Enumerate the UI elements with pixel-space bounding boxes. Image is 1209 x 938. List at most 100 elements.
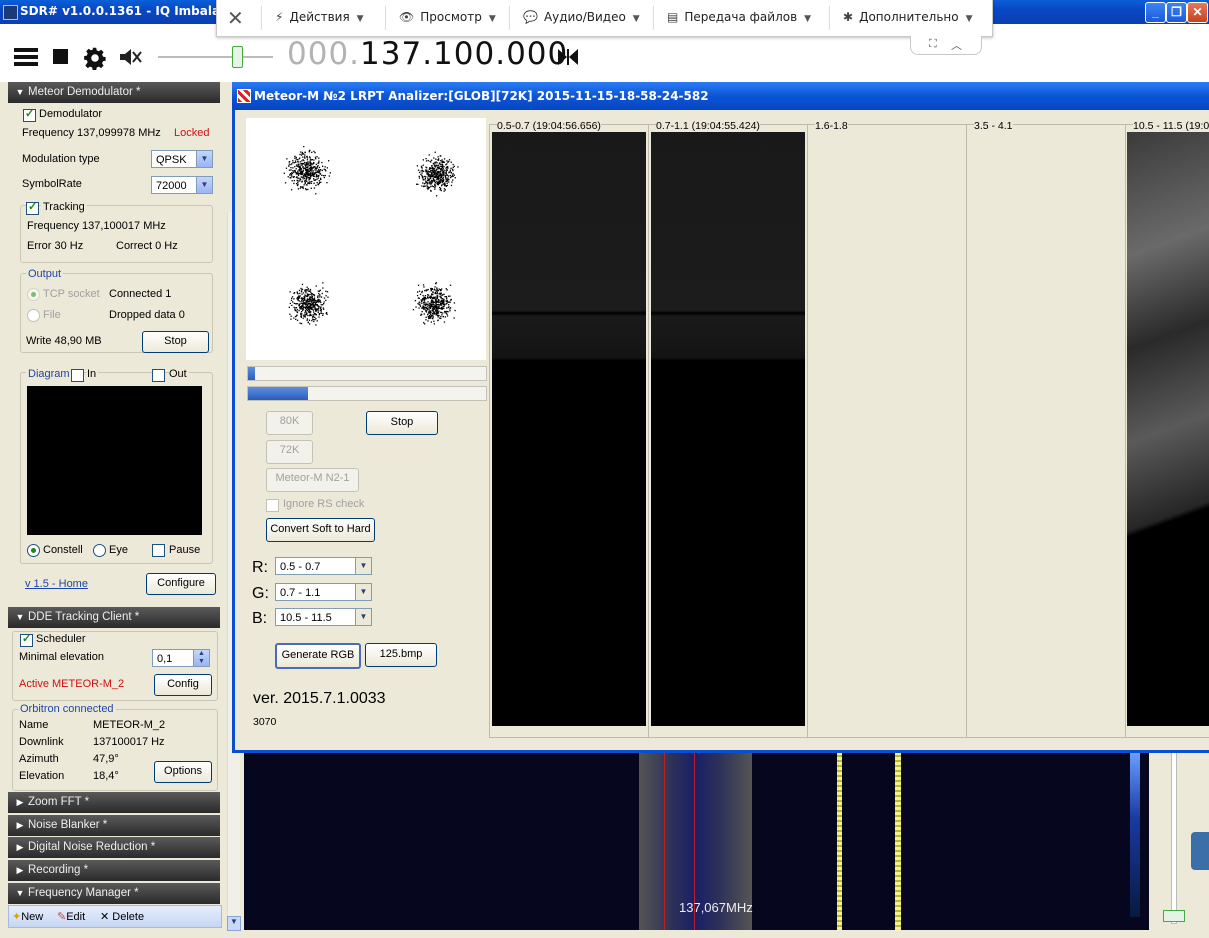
save-bmp-button[interactable]: 125.bmp <box>365 643 437 667</box>
recording-header[interactable]: ▶ Recording * <box>8 860 220 881</box>
constellation-point <box>320 304 322 306</box>
constellation-point <box>437 312 439 314</box>
constellation-point <box>434 305 436 307</box>
constellation-point <box>427 303 429 305</box>
mute-speaker-icon[interactable] <box>118 46 142 74</box>
constellation-point <box>447 295 450 297</box>
convert-soft-to-hard-button[interactable]: Convert Soft to Hard <box>266 518 375 542</box>
contrast-slider-thumb[interactable] <box>1163 910 1185 922</box>
close-button[interactable]: ✕ <box>1187 2 1208 23</box>
constellation-point <box>416 294 419 297</box>
constellation-point <box>320 312 323 314</box>
constellation-point <box>326 312 328 314</box>
frequency-display[interactable]: 000.137.100.000 <box>287 36 568 72</box>
constellation-point <box>305 178 308 180</box>
frequency-manager-header[interactable]: ▼ Frequency Manager * <box>8 883 220 904</box>
r-channel-select[interactable]: 0.5 - 0.7 ▼ <box>275 557 372 575</box>
minimize-button[interactable]: _ <box>1145 2 1166 23</box>
constellation-point <box>313 294 315 296</box>
zoom-fft-title: Zoom FFT * <box>28 796 90 808</box>
constellation-point <box>297 163 299 165</box>
meteor-demodulator-header[interactable]: ▼ Meteor Demodulator * <box>8 82 220 103</box>
options-button[interactable]: Options <box>154 761 212 783</box>
ignore-rs-checkbox[interactable] <box>266 499 279 512</box>
constellation-point <box>446 315 449 317</box>
constellation-point <box>417 284 420 286</box>
remote-menu-tab[interactable]: ⛶ ︿ <box>910 36 982 55</box>
b-channel-select[interactable]: 10.5 - 11.5 ▼ <box>275 608 372 626</box>
constellation-point <box>304 290 306 292</box>
zoom-fft-header[interactable]: ▶ Zoom FFT * <box>8 792 220 813</box>
generate-rgb-button[interactable]: Generate RGB <box>275 643 361 669</box>
configure-button[interactable]: Configure <box>146 573 216 595</box>
tcp-socket-radio[interactable] <box>27 288 40 301</box>
meteor-m-n2-1-button[interactable]: Meteor-M N2-1 <box>266 468 359 492</box>
menu-extras[interactable]: ✱ Дополнительно ▼ <box>843 10 973 24</box>
constellation-point <box>298 172 300 175</box>
new-button[interactable]: ✦New <box>12 910 43 923</box>
menu-file-transfer[interactable]: ▤ Передача файлов ▼ <box>667 10 811 24</box>
g-channel-select[interactable]: 0.7 - 1.1 ▼ <box>275 583 372 601</box>
tracking-checkbox[interactable] <box>26 200 39 215</box>
demodulator-checkbox[interactable] <box>23 107 36 122</box>
menu-icon[interactable] <box>14 46 38 74</box>
analyzer-stop-button[interactable]: Stop <box>366 411 438 435</box>
constellation-point <box>433 320 435 322</box>
dde-tracking-header[interactable]: ▼ DDE Tracking Client * <box>8 607 220 628</box>
volume-slider-track[interactable] <box>158 56 273 58</box>
constellation-point <box>294 169 296 172</box>
constellation-point <box>447 175 450 177</box>
eye-radio[interactable] <box>93 544 106 557</box>
delete-button[interactable]: ✕ Delete <box>100 910 144 923</box>
constellation-point <box>445 176 447 178</box>
constellation-point <box>300 302 302 304</box>
volume-slider-thumb[interactable] <box>232 46 243 68</box>
file-radio[interactable] <box>27 309 40 322</box>
constellation-point <box>433 167 435 169</box>
noise-blanker-header[interactable]: ▶ Noise Blanker * <box>8 815 220 836</box>
modulation-type-select[interactable]: QPSK ▼ <box>151 150 213 168</box>
diagram-in-checkbox[interactable] <box>71 369 84 382</box>
constellation-point <box>309 296 311 298</box>
constellation-point <box>441 288 443 290</box>
close-remote-icon[interactable]: ✕ <box>227 6 244 31</box>
scroll-down-icon[interactable]: ▼ <box>227 916 241 931</box>
pause-checkbox[interactable] <box>152 544 165 557</box>
mode-72k-button[interactable]: 72K <box>266 440 313 464</box>
output-stop-button[interactable]: Stop <box>142 331 209 353</box>
constellation-point <box>437 314 439 317</box>
symbolrate-select[interactable]: 72000 ▼ <box>151 176 213 194</box>
constellation-point <box>317 183 319 185</box>
digital-noise-reduction-header[interactable]: ▶ Digital Noise Reduction * <box>8 837 220 858</box>
menu-audio-video[interactable]: 💬 Аудио/Видео ▼ <box>523 10 640 24</box>
constellation-point <box>307 173 309 175</box>
constellation-point <box>294 155 296 157</box>
gear-icon[interactable] <box>83 46 107 76</box>
collapse-icon[interactable]: ︿ <box>951 37 962 53</box>
constellation-point <box>311 303 313 305</box>
constellation-point <box>303 159 305 162</box>
menu-actions[interactable]: ⚡ Действия ▼ <box>275 10 364 24</box>
edit-button[interactable]: ✎Edit <box>57 910 85 923</box>
constellation-point <box>420 170 422 172</box>
dde-config-button[interactable]: Config <box>154 674 212 696</box>
diagram-out-checkbox[interactable] <box>152 369 165 382</box>
filter-edge-left[interactable] <box>664 752 665 930</box>
scheduler-checkbox[interactable] <box>20 632 33 647</box>
waterfall-display[interactable]: 137,067MHz <box>244 752 1149 930</box>
constell-radio[interactable] <box>27 544 40 557</box>
teamviewer-icon[interactable] <box>1191 832 1209 870</box>
contrast-slider-track[interactable] <box>1171 752 1177 924</box>
home-link[interactable]: v 1.5 - Home <box>25 578 88 590</box>
tuning-type-icon[interactable] <box>557 48 579 69</box>
spinner-arrows-icon[interactable]: ▲ ▼ <box>193 650 209 666</box>
menu-view[interactable]: 👁 Просмотр ▼ <box>399 10 496 24</box>
fullscreen-icon[interactable]: ⛶ <box>929 38 937 51</box>
maximize-button[interactable]: ❐ <box>1166 2 1187 23</box>
constellation-point <box>310 299 312 301</box>
mode-80k-button[interactable]: 80K <box>266 411 313 435</box>
minimal-elevation-spinner[interactable]: 0,1 ▲ ▼ <box>152 649 210 667</box>
constellation-point <box>434 151 436 153</box>
files-icon: ▤ <box>667 10 679 24</box>
stop-icon[interactable] <box>52 46 70 74</box>
